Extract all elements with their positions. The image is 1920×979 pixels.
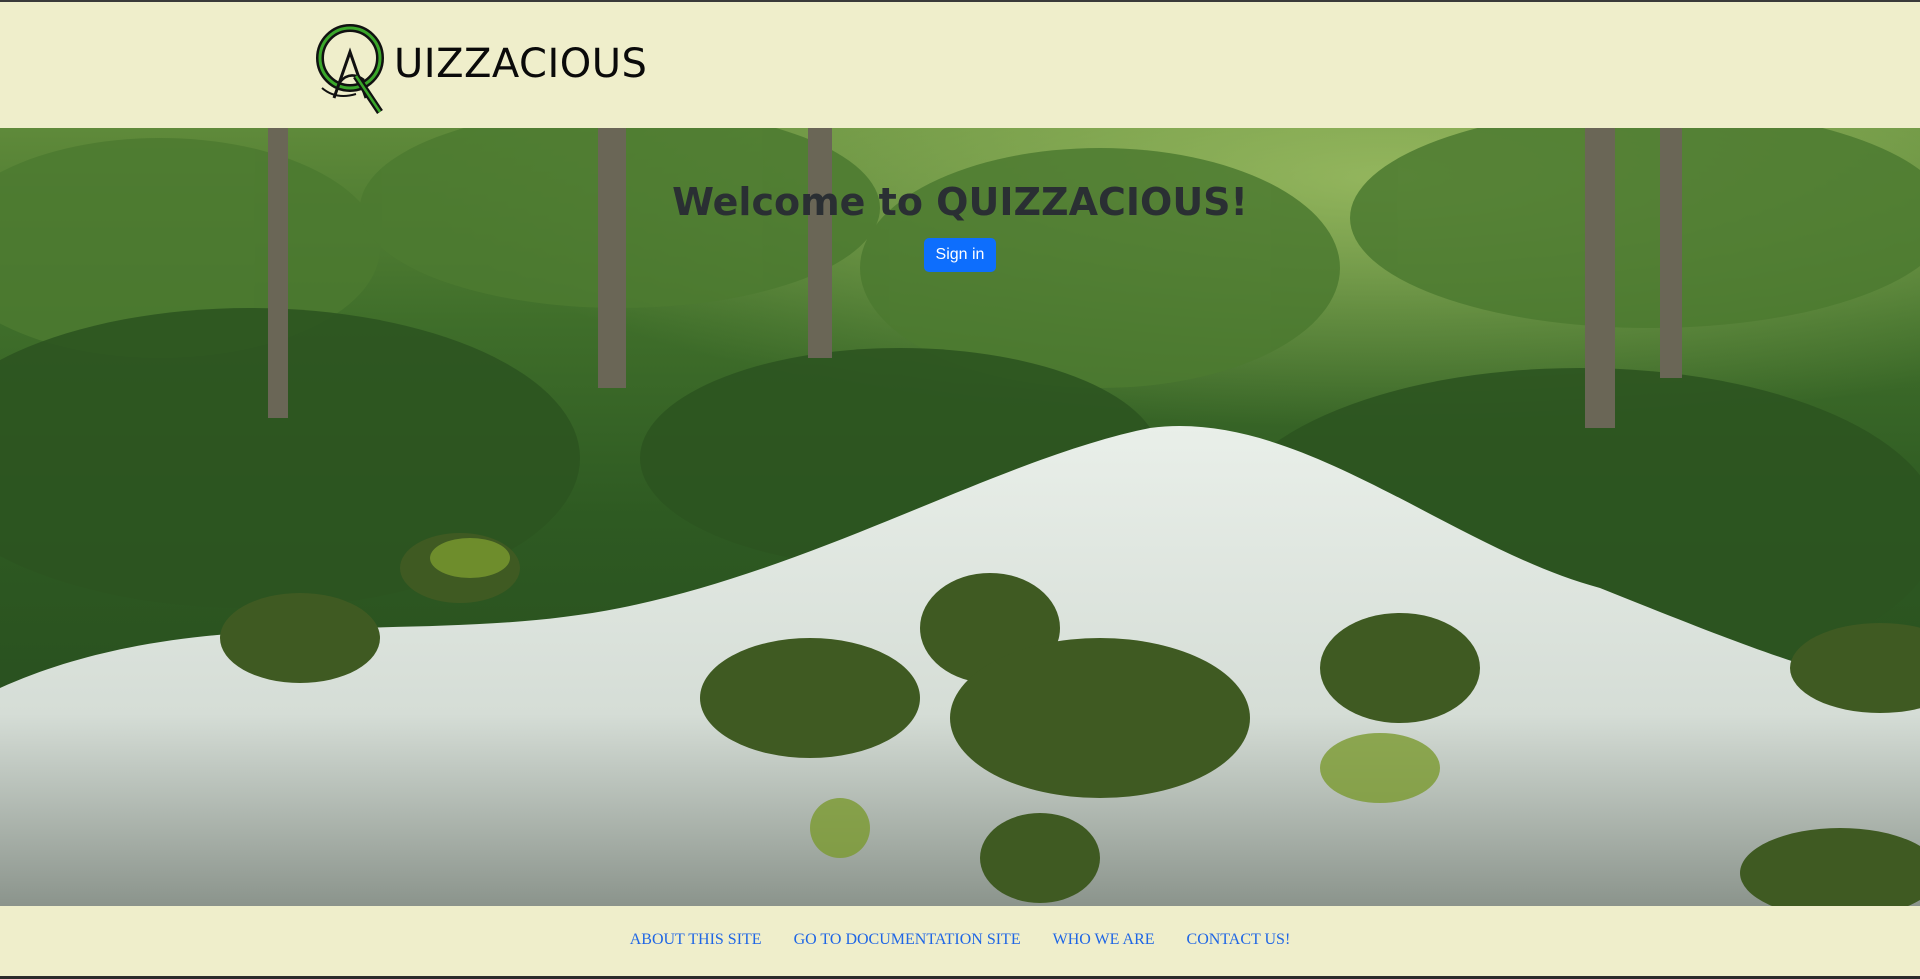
footer-link-contact[interactable]: CONTACT US! — [1187, 931, 1291, 949]
sign-in-button[interactable]: Sign in — [923, 238, 997, 272]
page: UIZZACIOUS Welcome to QUIZZACIOUS! Sign … — [0, 0, 1920, 979]
footer-nav: ABOUT THIS SITE GO TO DOCUMENTATION SITE… — [0, 906, 1920, 949]
hero-content: Welcome to QUIZZACIOUS! Sign in — [0, 180, 1920, 272]
footer-link-documentation[interactable]: GO TO DOCUMENTATION SITE — [794, 931, 1021, 949]
footer-link-about[interactable]: ABOUT THIS SITE — [630, 931, 762, 949]
site-footer: ABOUT THIS SITE GO TO DOCUMENTATION SITE… — [0, 906, 1920, 976]
site-logo[interactable]: UIZZACIOUS — [316, 18, 647, 114]
hero-title: Welcome to QUIZZACIOUS! — [672, 180, 1248, 224]
footer-link-who-we-are[interactable]: WHO WE ARE — [1053, 931, 1155, 949]
logo-text: UIZZACIOUS — [394, 41, 648, 87]
hero-banner: Welcome to QUIZZACIOUS! Sign in — [0, 128, 1920, 906]
site-header: UIZZACIOUS — [0, 2, 1920, 128]
quizzacious-logo-icon — [316, 24, 384, 114]
